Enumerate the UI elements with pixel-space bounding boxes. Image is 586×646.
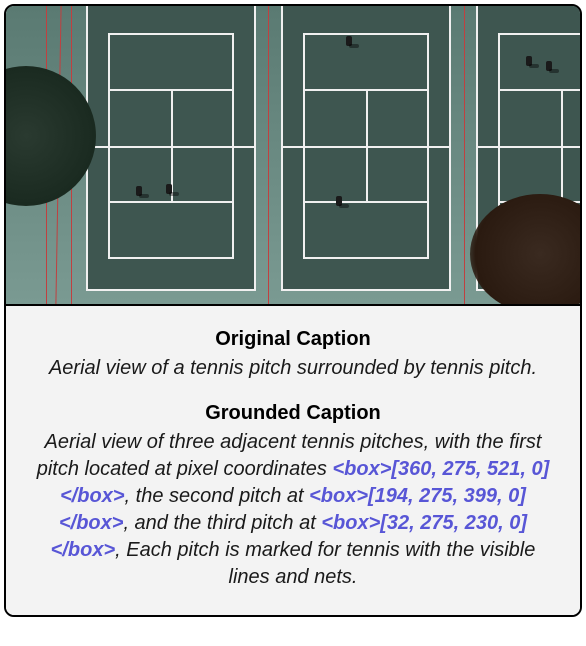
grounded-caption-text: Aerial view of three adjacent tennis pit…: [34, 429, 552, 591]
court-net-line: [478, 146, 580, 148]
boundary-line: [464, 6, 465, 304]
grounded-caption-title: Grounded Caption: [34, 402, 552, 425]
grounded-text-mid2: , and the third pitch at: [123, 512, 321, 534]
player-shadow: [546, 61, 552, 71]
figure-container: Original Caption Aerial view of a tennis…: [4, 4, 582, 617]
court-center-line: [366, 89, 368, 203]
boundary-line: [268, 6, 269, 304]
player-shadow: [526, 56, 532, 66]
court-center-line: [561, 89, 563, 203]
grounded-text-mid1: , the second pitch at: [125, 485, 310, 507]
player-shadow: [346, 36, 352, 46]
player-shadow: [136, 186, 142, 196]
tennis-court-2: [281, 6, 451, 291]
tree: [6, 66, 96, 206]
court-service-line: [498, 89, 580, 91]
aerial-tennis-image: [6, 6, 580, 304]
caption-box: Original Caption Aerial view of a tennis…: [6, 304, 580, 615]
player-shadow: [166, 184, 172, 194]
original-caption-title: Original Caption: [34, 328, 552, 351]
tennis-court-1: [86, 6, 256, 291]
original-caption-text: Aerial view of a tennis pitch surrounded…: [34, 355, 552, 382]
player-shadow: [336, 196, 342, 206]
grounded-text-post: , Each pitch is marked for tennis with t…: [115, 539, 535, 588]
